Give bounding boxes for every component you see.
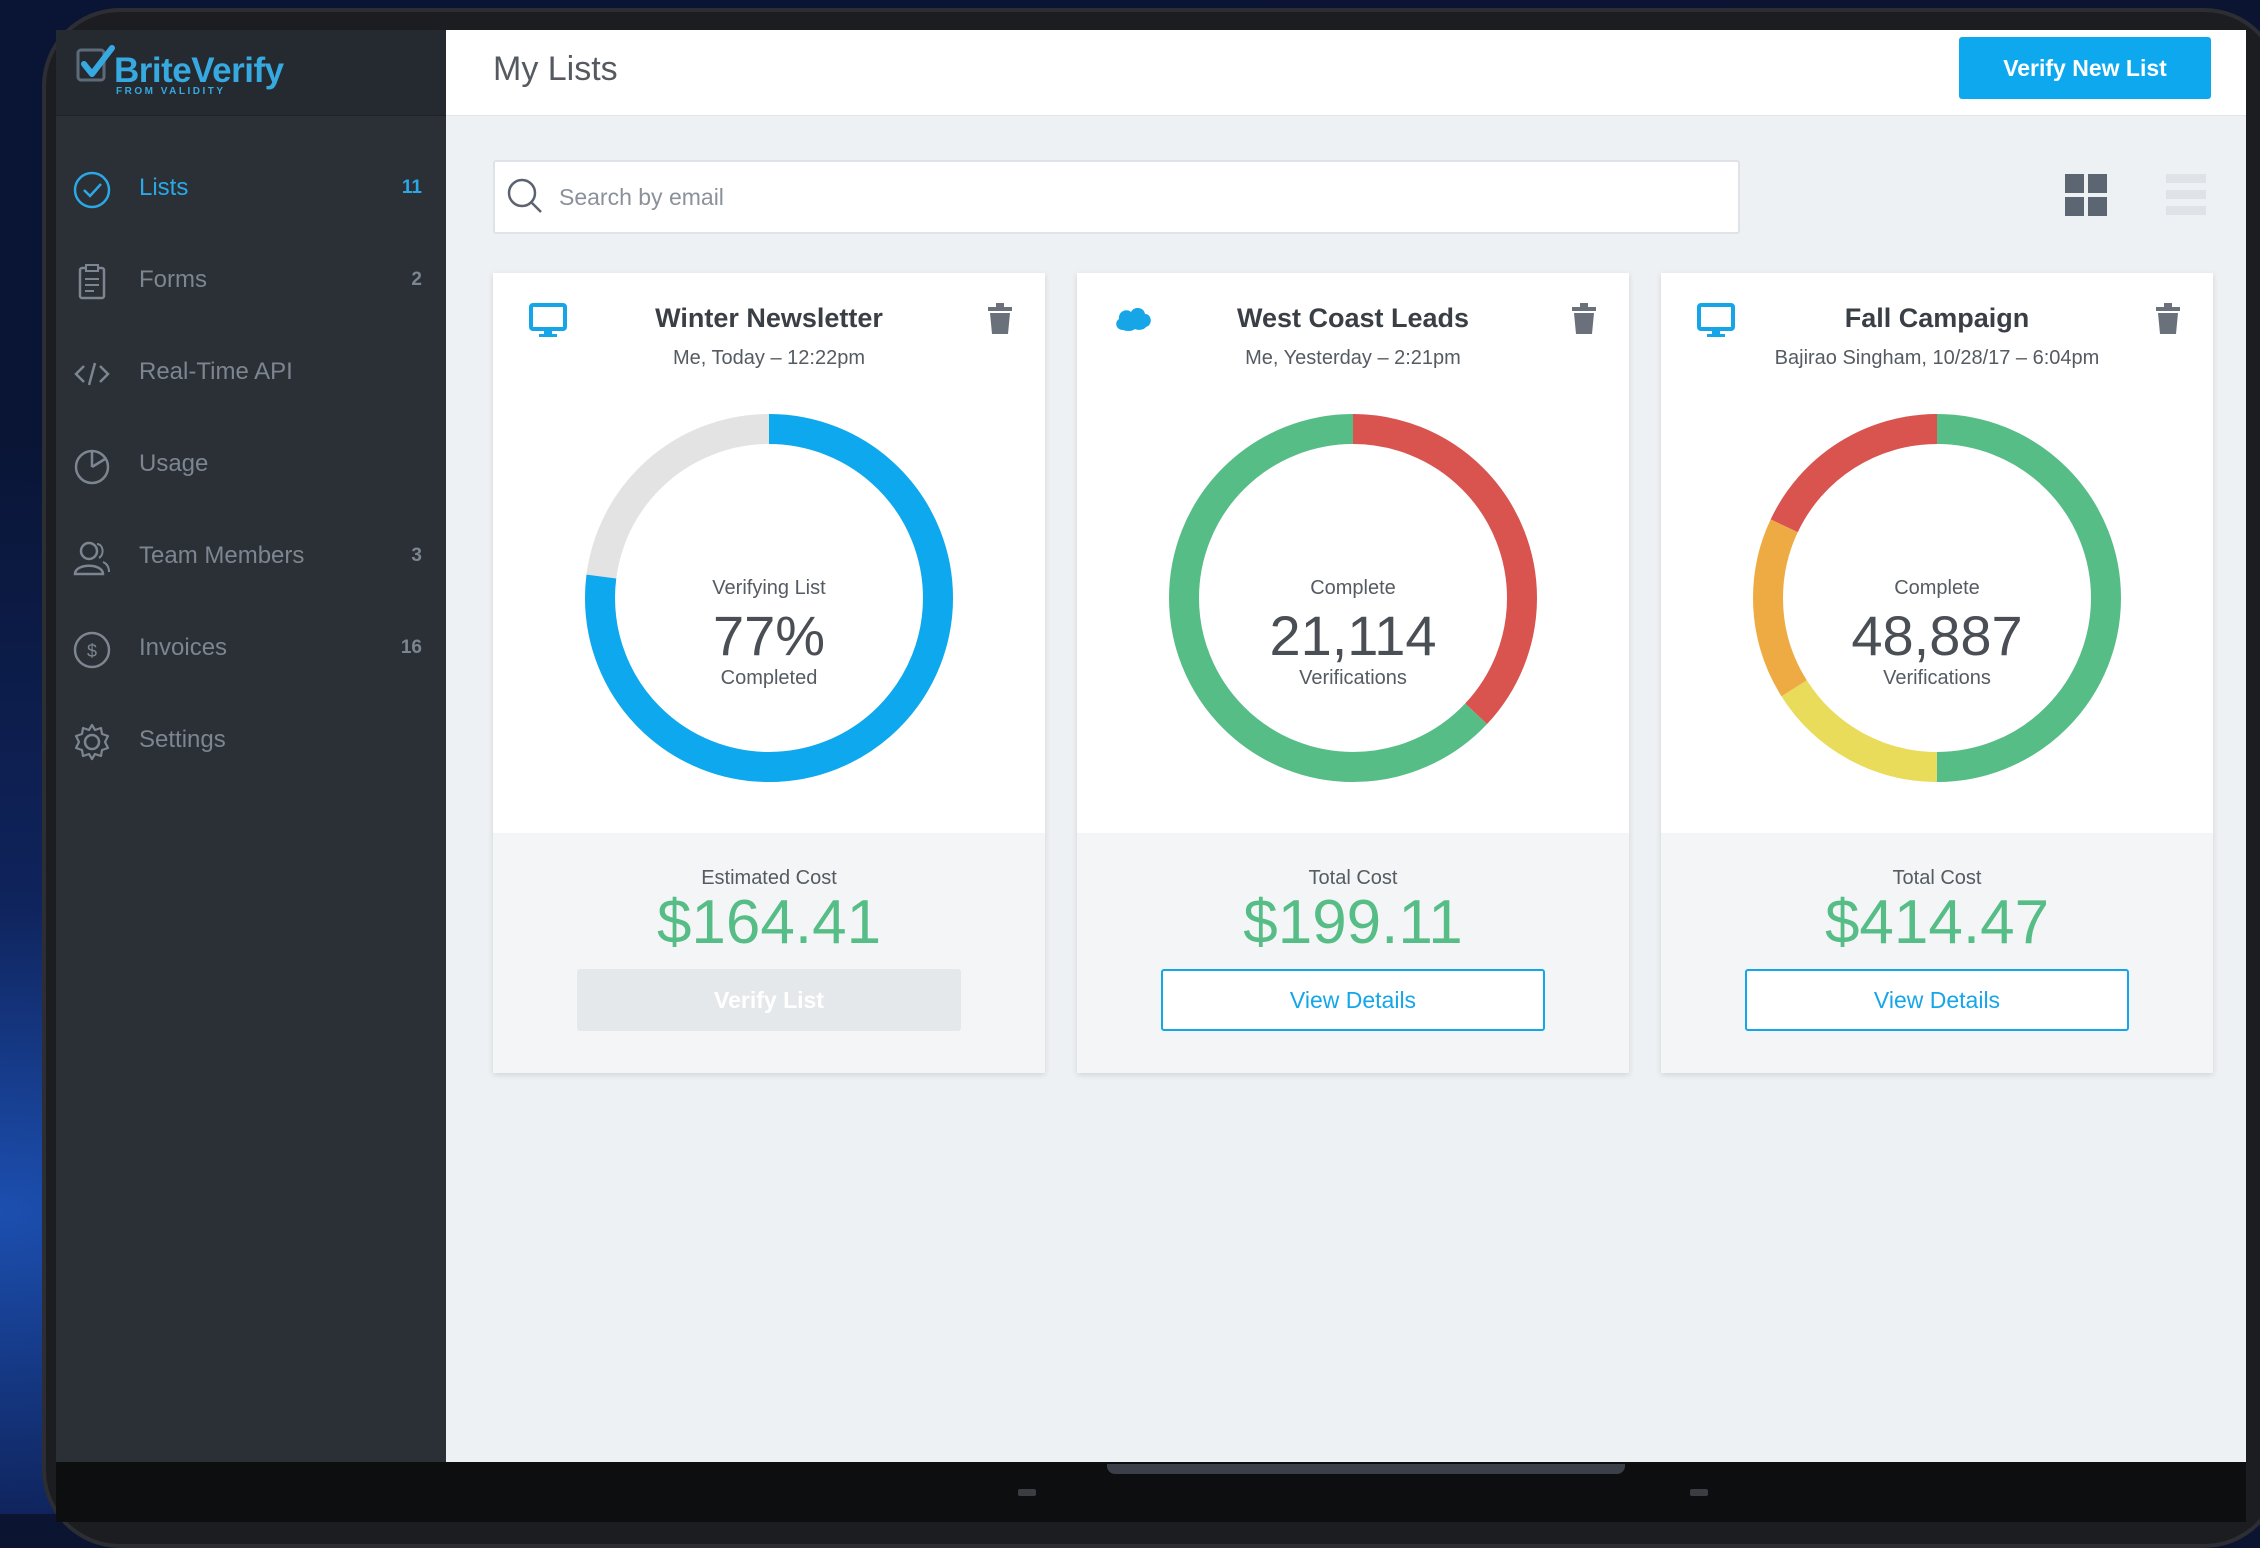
donut-value: 77% [712, 604, 826, 667]
pie-chart-icon [74, 449, 110, 485]
donut-caption: Complete [1894, 577, 1980, 599]
card-footer: Estimated Cost $164.41 Verify List [493, 833, 1045, 1073]
trash-icon[interactable] [987, 303, 1013, 335]
card-title: West Coast Leads [1236, 303, 1470, 333]
page-title: My Lists [493, 50, 618, 88]
donut-value: 21,114 [1269, 604, 1437, 667]
search-icon [507, 178, 542, 213]
donut-value: 48,887 [1851, 604, 2023, 667]
sidebar-item-label: Usage [139, 450, 209, 477]
search-input[interactable] [557, 176, 1701, 218]
donut-subcaption: Completed [720, 667, 818, 689]
list-card-fall-campaign[interactable]: Fall Campaign Bajirao Singham, 10/28/17 … [1661, 273, 2213, 1073]
card-summary: Fall Campaign Bajirao Singham, 10/28/17 … [1661, 273, 2213, 833]
sidebar-item-usage[interactable]: Usage [56, 420, 446, 512]
sidebar-item-label: Settings [139, 726, 226, 753]
sidebar-item-forms[interactable]: Forms 2 [56, 236, 446, 328]
sidebar-item-count: 11 [401, 177, 422, 198]
top-header: My Lists Verify New List [446, 30, 2246, 116]
sidebar-item-count: 16 [400, 637, 422, 658]
verify-new-list-button[interactable]: Verify New List [1959, 37, 2211, 99]
list-view-icon[interactable] [2166, 174, 2206, 216]
verify-list-button[interactable]: Verify List [577, 969, 961, 1031]
brand-tagline: FROM VALIDITY [116, 86, 226, 97]
card-subtitle: Bajirao Singham, 10/28/17 – 6:04pm [1774, 347, 2100, 369]
dollar-icon: $ [73, 631, 111, 669]
gear-icon [74, 723, 110, 761]
sidebar-item-count: 3 [411, 545, 422, 566]
sidebar-item-settings[interactable]: Settings [56, 696, 446, 788]
clipboard-icon [78, 264, 106, 300]
sidebar: BriteVerify FROM VALIDITY Lists 11 Forms… [56, 30, 446, 1462]
card-subtitle: Me, Today – 12:22pm [673, 347, 865, 369]
cost-value: $414.47 [1824, 888, 2050, 957]
list-card-winter-newsletter[interactable]: Winter Newsletter Me, Today – 12:22pm Ve… [493, 273, 1045, 1073]
users-icon [73, 541, 110, 576]
sidebar-item-label: Team Members [139, 542, 305, 569]
donut-caption: Verifying List [712, 577, 826, 599]
brand-name: BriteVerify [114, 51, 284, 90]
cost-value: $164.41 [656, 888, 882, 957]
bezel-marker [1690, 1489, 1708, 1496]
sidebar-item-real-time-api[interactable]: Real-Time API [56, 328, 446, 420]
card-summary: West Coast Leads Me, Yesterday – 2:21pm … [1077, 273, 1629, 833]
sidebar-item-lists[interactable]: Lists 11 [56, 144, 446, 236]
check-circle-icon [73, 171, 111, 209]
trash-icon[interactable] [1571, 303, 1597, 335]
app-screen: BriteVerify FROM VALIDITY Lists 11 Forms… [56, 30, 2246, 1462]
cost-value: $199.11 [1243, 888, 1463, 957]
logo-check-icon [76, 45, 115, 82]
sidebar-item-team-members[interactable]: Team Members 3 [56, 512, 446, 604]
card-title: Fall Campaign [1844, 303, 2030, 333]
donut-subcaption: Verifications [1883, 667, 1991, 689]
sidebar-item-label: Forms [139, 266, 207, 293]
sidebar-item-invoices[interactable]: $ Invoices 16 [56, 604, 446, 696]
list-card-west-coast-leads[interactable]: West Coast Leads Me, Yesterday – 2:21pm … [1077, 273, 1629, 1073]
sidebar-item-label: Real-Time API [139, 358, 293, 385]
bezel-marker [1018, 1489, 1036, 1496]
sidebar-item-label: Invoices [139, 634, 228, 661]
sidebar-item-label: Lists [139, 174, 189, 201]
card-summary: Winter Newsletter Me, Today – 12:22pm Ve… [493, 273, 1045, 833]
card-footer: Total Cost $414.47 View Details [1661, 833, 2213, 1073]
card-title: Winter Newsletter [655, 303, 883, 333]
view-details-button[interactable]: View Details [1161, 969, 1545, 1031]
search-bar [493, 160, 1740, 234]
sidebar-item-count: 2 [411, 269, 422, 290]
brand-logo[interactable]: BriteVerify FROM VALIDITY [56, 30, 446, 116]
trash-icon[interactable] [2155, 303, 2181, 335]
grid-view-icon[interactable] [2065, 174, 2107, 216]
code-icon [74, 362, 110, 386]
card-footer: Total Cost $199.11 View Details [1077, 833, 1629, 1073]
donut-caption: Complete [1310, 577, 1396, 599]
donut-subcaption: Verifications [1299, 667, 1407, 689]
view-details-button[interactable]: View Details [1745, 969, 2129, 1031]
home-indicator [1107, 1464, 1625, 1474]
svg-text:$: $ [87, 641, 97, 661]
card-subtitle: Me, Yesterday – 2:21pm [1245, 347, 1461, 369]
